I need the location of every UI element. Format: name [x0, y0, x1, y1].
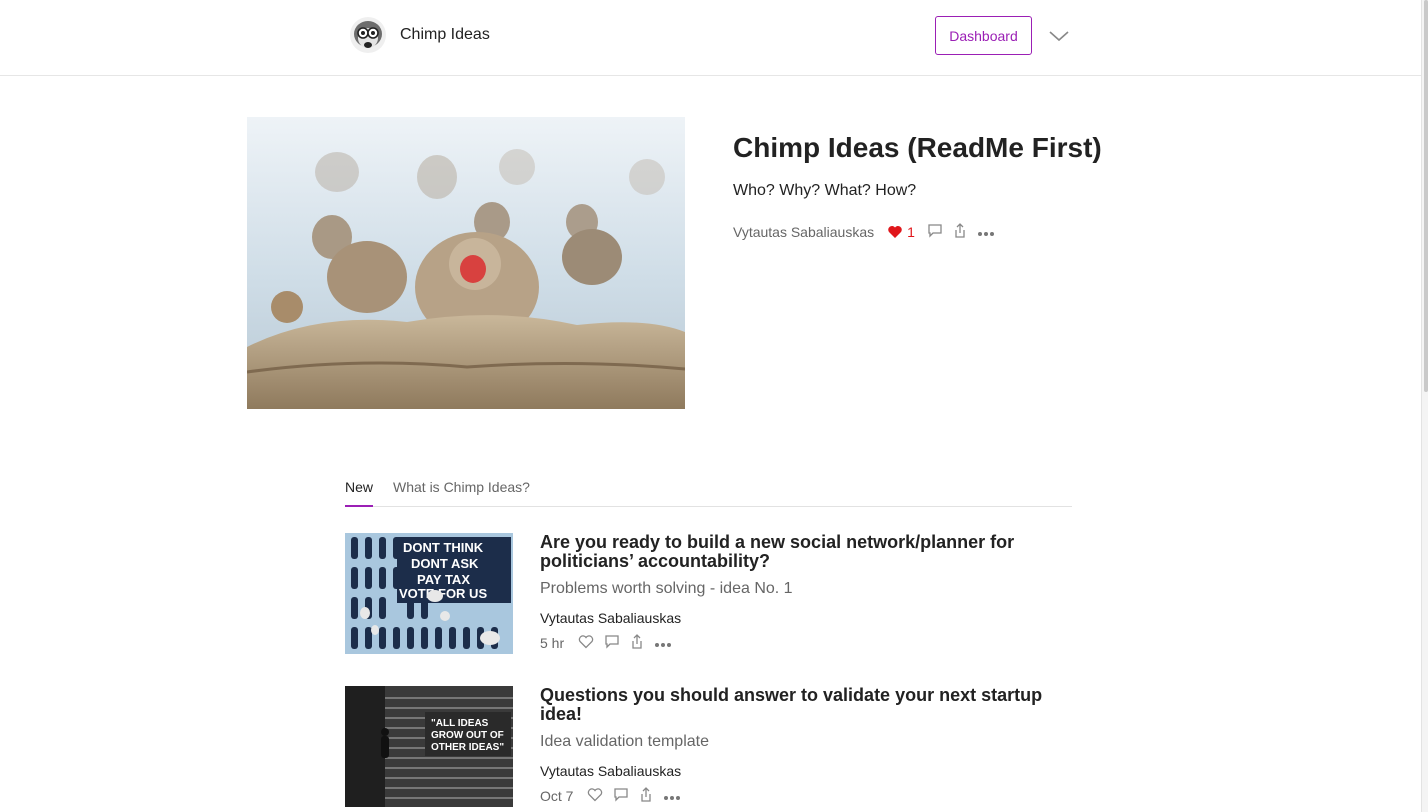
heart-icon: [888, 226, 902, 238]
author-link[interactable]: Vytautas Sabaliauskas: [540, 610, 681, 626]
share-icon[interactable]: [630, 633, 644, 653]
post-date: Oct 7: [540, 788, 574, 804]
post-subtitle: Problems worth solving - idea No. 1: [540, 580, 793, 597]
post-meta: Oct 7: [540, 786, 691, 806]
poster-text-line: GROW OUT OF: [431, 730, 504, 741]
post-title[interactable]: Are you ready to build a new social netw…: [540, 533, 1060, 571]
share-icon[interactable]: [639, 786, 653, 806]
tab-what-is-chimp-ideas[interactable]: What is Chimp Ideas?: [393, 479, 530, 495]
active-tab-indicator: [345, 505, 373, 507]
featured-post-subtitle: Who? Why? What? How?: [733, 182, 917, 199]
poster-text-line: "ALL IDEAS: [431, 718, 489, 729]
author-link[interactable]: Vytautas Sabaliauskas: [733, 224, 874, 240]
featured-post-meta: Vytautas Sabaliauskas 1: [733, 222, 1005, 242]
comment-icon[interactable]: [927, 223, 943, 241]
poster-text-line: VOTE FOR US: [399, 586, 487, 601]
site-header: Chimp Ideas Dashboard: [0, 0, 1422, 76]
post-item: DONT THINK DONT ASK PAY TAX VOTE FOR US …: [345, 533, 1072, 658]
chevron-down-icon[interactable]: [1048, 28, 1070, 44]
comment-icon[interactable]: [604, 634, 620, 652]
featured-post-title[interactable]: Chimp Ideas (ReadMe First): [733, 131, 1102, 165]
dashboard-button[interactable]: Dashboard: [935, 16, 1032, 55]
site-title-link[interactable]: Chimp Ideas: [400, 25, 490, 45]
page-scrollbar[interactable]: [1421, 0, 1428, 812]
poster-text-line: OTHER IDEAS": [431, 742, 504, 753]
scrollbar-thumb[interactable]: [1424, 0, 1428, 392]
poster-text-line: DONT THINK: [403, 540, 484, 555]
chimp-logo-icon[interactable]: [349, 16, 387, 54]
more-icon[interactable]: [654, 635, 672, 651]
like-count: 1: [907, 224, 915, 240]
post-tabs: New What is Chimp Ideas?: [345, 475, 1072, 507]
post-thumbnail[interactable]: "ALL IDEAS GROW OUT OF OTHER IDEAS": [345, 686, 513, 807]
like-button[interactable]: 1: [887, 224, 915, 240]
more-icon[interactable]: [663, 788, 681, 804]
share-icon[interactable]: [953, 222, 967, 242]
post-title[interactable]: Questions you should answer to validate …: [540, 686, 1060, 724]
more-icon[interactable]: [977, 224, 995, 240]
post-item: "ALL IDEAS GROW OUT OF OTHER IDEAS" Ques…: [345, 686, 1072, 811]
post-date: 5 hr: [540, 635, 565, 651]
poster-text-line: DONT ASK: [411, 556, 479, 571]
comment-icon[interactable]: [613, 787, 629, 805]
author-link[interactable]: Vytautas Sabaliauskas: [540, 763, 681, 779]
post-meta: 5 hr: [540, 633, 682, 653]
heart-icon[interactable]: [578, 634, 594, 652]
tab-new[interactable]: New: [345, 479, 373, 495]
post-subtitle: Idea validation template: [540, 733, 709, 750]
post-thumbnail[interactable]: DONT THINK DONT ASK PAY TAX VOTE FOR US: [345, 533, 513, 654]
poster-text-line: PAY TAX: [417, 572, 470, 587]
featured-post-image[interactable]: [247, 117, 685, 409]
heart-icon[interactable]: [587, 787, 603, 805]
